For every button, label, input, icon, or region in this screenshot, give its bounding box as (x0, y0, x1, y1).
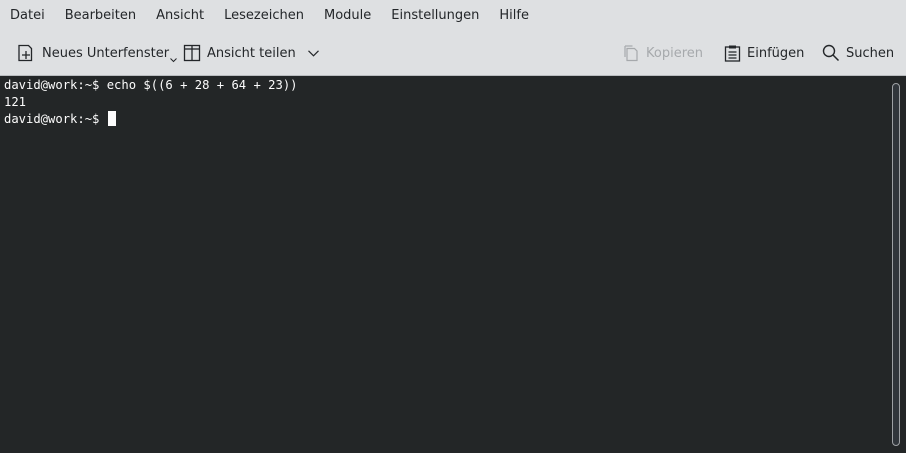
terminal-line: david@work:~$ echo $((6 + 28 + 64 + 23)) (4, 78, 298, 92)
search-icon (822, 44, 840, 62)
scrollbar-thumb[interactable] (892, 83, 900, 446)
copy-button[interactable]: Kopieren (622, 31, 703, 75)
split-view-button[interactable]: Ansicht teilen (183, 31, 319, 75)
menu-module[interactable]: Module (314, 0, 381, 31)
scrollbar[interactable] (890, 81, 902, 448)
text-cursor (107, 111, 116, 126)
menu-bar: Datei Bearbeiten Ansicht Lesezeichen Mod… (0, 0, 906, 31)
terminal-prompt-line: david@work:~$ (4, 111, 116, 128)
copy-label: Kopieren (646, 45, 703, 61)
new-tab-label: Neues Unterfenster (42, 45, 170, 61)
chevron-down-icon[interactable] (307, 49, 319, 57)
new-tab-icon (16, 43, 36, 63)
terminal-line: 121 (4, 95, 27, 109)
new-tab-button[interactable]: Neues Unterfenster (16, 31, 177, 75)
menu-ansicht[interactable]: Ansicht (146, 0, 214, 31)
menu-bearbeiten[interactable]: Bearbeiten (55, 0, 146, 31)
search-button[interactable]: Suchen (822, 31, 894, 75)
search-label: Suchen (846, 45, 895, 61)
menu-einstellungen[interactable]: Einstellungen (381, 0, 489, 31)
terminal-prompt: david@work:~$ (4, 112, 107, 126)
copy-icon (622, 44, 640, 62)
main-toolbar: Neues Unterfenster Ansicht teilen Kopier… (0, 31, 906, 76)
menu-datei[interactable]: Datei (0, 0, 55, 31)
chevron-down-icon (170, 57, 177, 63)
paste-label: Einfügen (747, 45, 805, 61)
split-view-label: Ansicht teilen (207, 45, 296, 61)
split-view-icon (183, 44, 201, 62)
menu-lesezeichen[interactable]: Lesezeichen (214, 0, 314, 31)
menu-hilfe[interactable]: Hilfe (489, 0, 539, 31)
paste-button[interactable]: Einfügen (724, 31, 804, 75)
terminal-area[interactable]: david@work:~$ echo $((6 + 28 + 64 + 23))… (0, 76, 906, 453)
paste-icon (724, 44, 741, 62)
